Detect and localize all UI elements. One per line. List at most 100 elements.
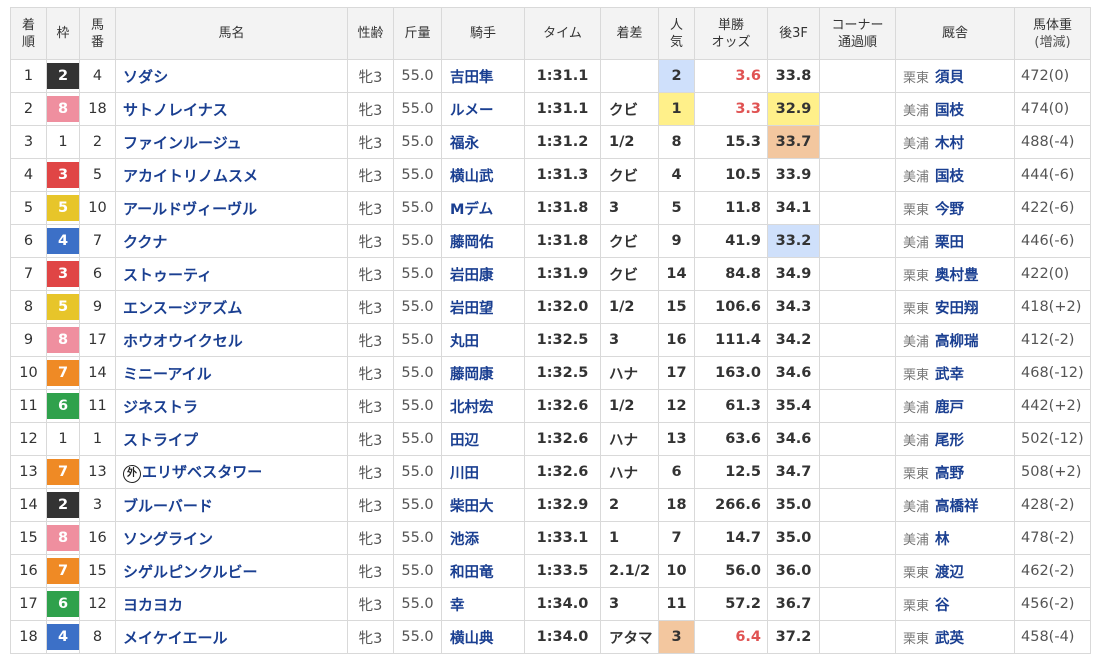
weight-cell: 55.0	[393, 620, 442, 654]
jockey-link[interactable]: 岩田康	[441, 257, 525, 291]
weight-cell: 55.0	[393, 389, 442, 423]
table-row: 2 8 18 サトノレイナス 牝3 55.0 ルメー 1:31.1 クビ 1 3…	[10, 92, 1091, 126]
jockey-link[interactable]: 藤岡佑	[441, 224, 525, 258]
trainer-link[interactable]: 武幸	[935, 367, 964, 383]
waku-badge: 5	[47, 195, 79, 221]
jockey-link[interactable]: 北村宏	[441, 389, 525, 423]
corner-cell	[819, 488, 896, 522]
margin-cell: ハナ	[600, 356, 659, 390]
horse-name-cell[interactable]: ストライプ	[115, 422, 348, 456]
trainer-link[interactable]: 尾形	[935, 433, 964, 449]
horse-name-cell[interactable]: ソダシ	[115, 59, 348, 93]
sex-age-cell: 牝3	[347, 59, 394, 93]
body-weight-cell: 422(-6)	[1014, 191, 1091, 225]
body-weight-cell: 422(0)	[1014, 257, 1091, 291]
trainer-link[interactable]: 林	[935, 532, 950, 548]
horse-name-link[interactable]: エリザベスタワー	[142, 463, 262, 481]
horse-name-link[interactable]: ホウオウイクセル	[123, 332, 243, 350]
horse-name-link[interactable]: ストライプ	[123, 431, 198, 449]
horse-name-cell[interactable]: サトノレイナス	[115, 92, 348, 126]
jockey-link[interactable]: 丸田	[441, 323, 525, 357]
stable-cell: 美浦 木村	[895, 125, 1015, 159]
trainer-link[interactable]: 奥村豊	[935, 268, 979, 284]
jockey-link[interactable]: 和田竜	[441, 554, 525, 588]
stable-region: 美浦	[903, 532, 930, 548]
jockey-link[interactable]: 池添	[441, 521, 525, 555]
horse-name-link[interactable]: ククナ	[123, 233, 167, 251]
horse-name-cell[interactable]: ミニーアイル	[115, 356, 348, 390]
stable-region: 栗東	[903, 268, 930, 284]
trainer-link[interactable]: 今野	[935, 202, 964, 218]
horse-name-link[interactable]: ミニーアイル	[123, 365, 212, 383]
horse-name-cell[interactable]: ストゥーティ	[115, 257, 348, 291]
waku-cell: 3	[46, 257, 80, 291]
waku-cell: 8	[46, 521, 80, 555]
trainer-link[interactable]: 国枝	[935, 169, 964, 185]
horse-name-link[interactable]: サトノレイナス	[123, 101, 228, 119]
horse-name-cell[interactable]: ファインルージュ	[115, 125, 348, 159]
horse-name-link[interactable]: ファインルージュ	[123, 134, 242, 152]
horse-name-cell[interactable]: エンスージアズム	[115, 290, 348, 324]
horse-name-cell[interactable]: 外エリザベスタワー	[115, 455, 348, 489]
corner-cell	[819, 59, 896, 93]
stable-cell: 美浦 鹿戸	[895, 389, 1015, 423]
horse-name-cell[interactable]: ククナ	[115, 224, 348, 258]
horse-name-cell[interactable]: シゲルピンクルビー	[115, 554, 348, 588]
trainer-link[interactable]: 高橋祥	[935, 499, 979, 515]
trainer-link[interactable]: 鹿戸	[935, 400, 964, 416]
popularity-cell: 16	[658, 323, 695, 357]
jockey-link[interactable]: 岩田望	[441, 290, 525, 324]
jockey-link[interactable]: 川田	[441, 455, 525, 489]
body-weight-cell: 488(-4)	[1014, 125, 1091, 159]
horse-name-cell[interactable]: メイケイエール	[115, 620, 348, 654]
jockey-link[interactable]: 吉田隼	[441, 59, 525, 93]
corner-cell	[819, 356, 896, 390]
horse-name-link[interactable]: ストゥーティ	[123, 266, 212, 284]
horse-name-cell[interactable]: ヨカヨカ	[115, 587, 348, 621]
odds-cell: 3.3	[694, 92, 768, 126]
jockey-link[interactable]: 福永	[441, 125, 525, 159]
jockey-link[interactable]: 幸	[441, 587, 525, 621]
trainer-link[interactable]: 須貝	[935, 70, 964, 86]
horse-name-link[interactable]: アールドヴィーヴル	[123, 200, 257, 218]
trainer-link[interactable]: 高柳瑞	[935, 334, 979, 350]
horse-name-link[interactable]: メイケイエール	[123, 629, 228, 647]
trainer-link[interactable]: 木村	[935, 136, 964, 152]
jockey-link[interactable]: ルメー	[441, 92, 525, 126]
trainer-link[interactable]: 国枝	[935, 103, 964, 119]
horse-name-link[interactable]: ジネストラ	[123, 398, 198, 416]
horse-name-link[interactable]: ブルーバード	[123, 497, 213, 515]
jockey-link[interactable]: Mデム	[441, 191, 525, 225]
horse-name-cell[interactable]: ジネストラ	[115, 389, 348, 423]
trainer-link[interactable]: 谷	[935, 598, 950, 614]
trainer-link[interactable]: 渡辺	[935, 565, 964, 581]
horse-name-cell[interactable]: ソングライン	[115, 521, 348, 555]
jockey-link[interactable]: 田辺	[441, 422, 525, 456]
horse-name-link[interactable]: アカイトリノムスメ	[123, 167, 258, 185]
jockey-link[interactable]: 柴田大	[441, 488, 525, 522]
horse-name-link[interactable]: エンスージアズム	[123, 299, 242, 317]
horse-name-link[interactable]: ソダシ	[123, 68, 168, 86]
header-body-weight: 馬体重 (増減)	[1014, 7, 1091, 60]
corner-cell	[819, 587, 896, 621]
horse-name-cell[interactable]: アカイトリノムスメ	[115, 158, 348, 192]
jockey-link[interactable]: 横山典	[441, 620, 525, 654]
stable-region: 美浦	[903, 103, 930, 119]
body-weight-cell: 418(+2)	[1014, 290, 1091, 324]
jockey-link[interactable]: 藤岡康	[441, 356, 525, 390]
trainer-link[interactable]: 武英	[935, 631, 964, 647]
horse-name-cell[interactable]: ホウオウイクセル	[115, 323, 348, 357]
horse-name-link[interactable]: ソングライン	[123, 530, 213, 548]
horse-name-link[interactable]: ヨカヨカ	[123, 596, 183, 614]
rank-cell: 18	[10, 620, 47, 654]
trainer-link[interactable]: 栗田	[935, 235, 964, 251]
trainer-link[interactable]: 高野	[935, 466, 964, 482]
horse-name-link[interactable]: シゲルピンクルビー	[123, 563, 258, 581]
waku-cell: 1	[46, 422, 80, 456]
trainer-link[interactable]: 安田翔	[935, 301, 979, 317]
horse-name-cell[interactable]: ブルーバード	[115, 488, 348, 522]
margin-cell: 1/2	[600, 125, 659, 159]
horse-number-cell: 1	[79, 422, 116, 456]
jockey-link[interactable]: 横山武	[441, 158, 525, 192]
horse-name-cell[interactable]: アールドヴィーヴル	[115, 191, 348, 225]
